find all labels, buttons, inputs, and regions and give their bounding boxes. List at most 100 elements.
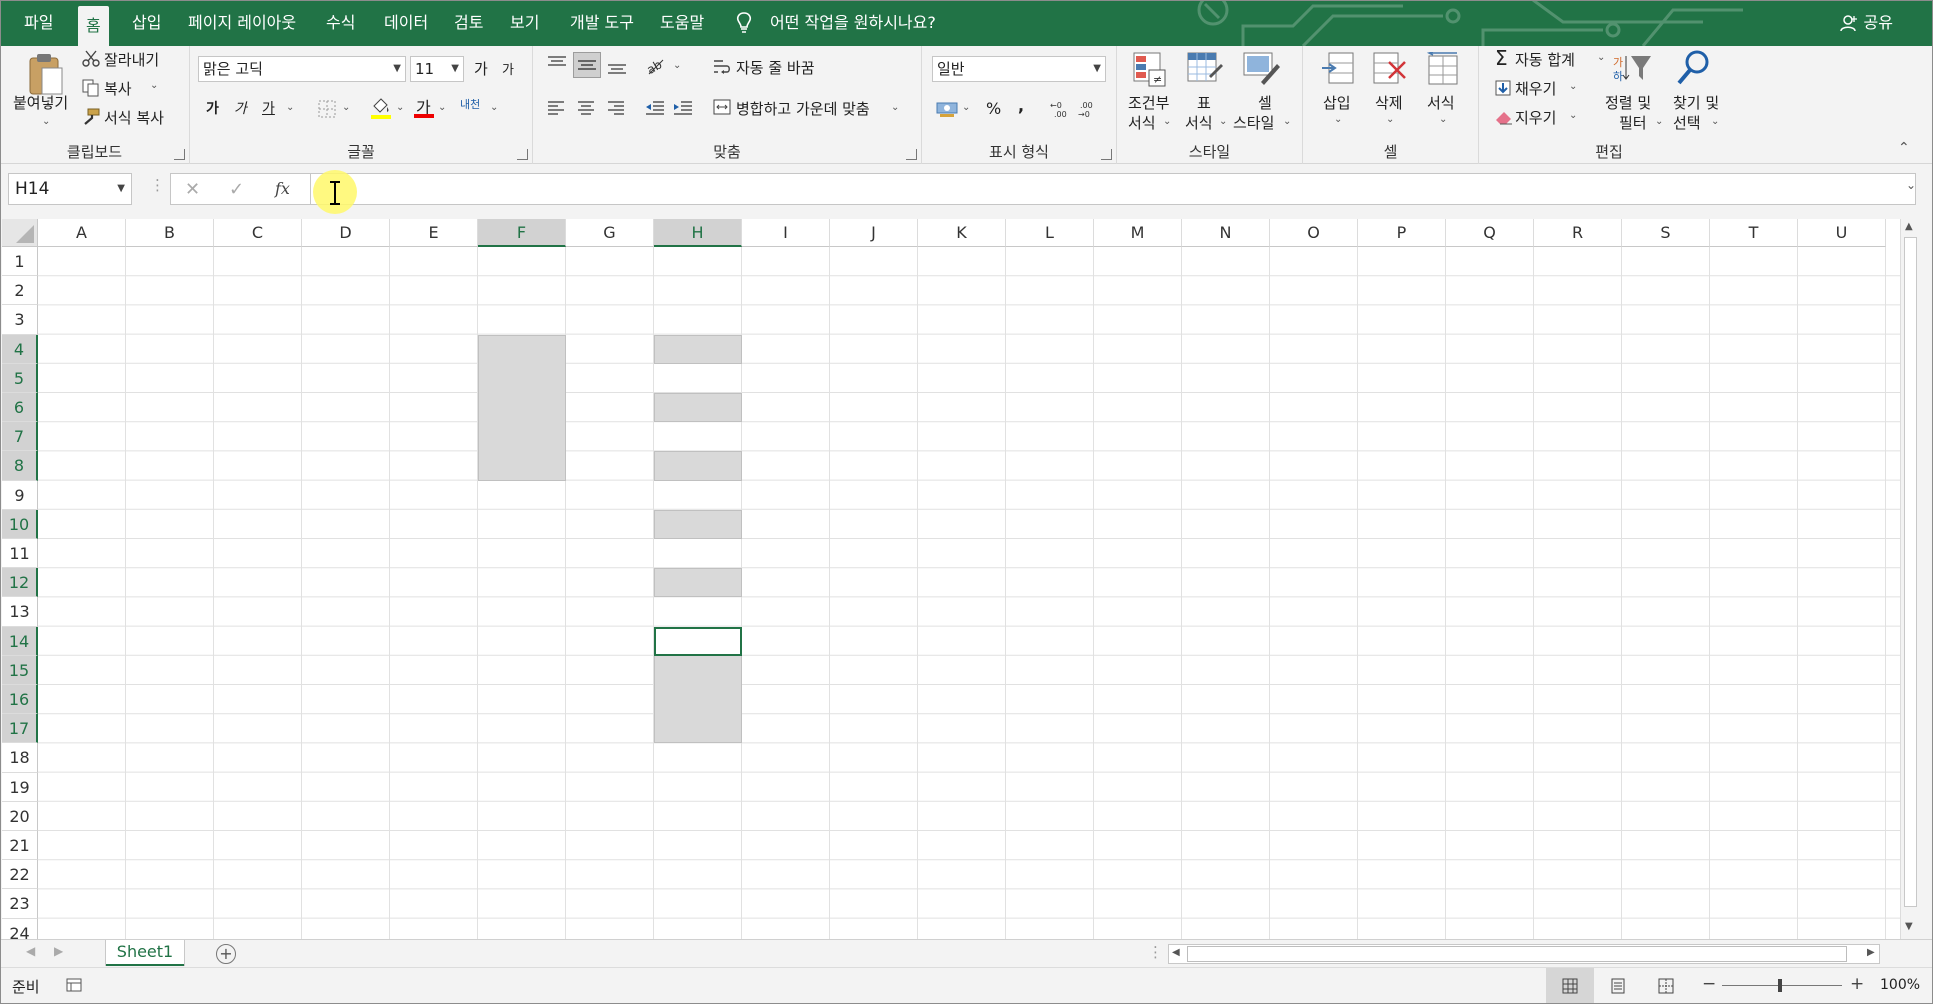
column-header-j[interactable]: J — [830, 219, 918, 247]
vertical-scroll-thumb[interactable] — [1904, 237, 1917, 907]
format-cells-icon[interactable] — [1427, 52, 1461, 88]
sort-filter-icon[interactable]: 가하 — [1613, 52, 1653, 86]
row-header-24[interactable]: 24 — [2, 918, 38, 939]
format-cells-button[interactable]: 서식 — [1427, 92, 1455, 113]
format-painter-button[interactable]: 서식 복사 — [104, 107, 164, 128]
page-layout-view-icon[interactable] — [1610, 978, 1626, 994]
table-format-label-2[interactable]: 서식 — [1185, 112, 1213, 133]
autosum-button[interactable]: 자동 합계 — [1515, 49, 1575, 70]
font-size-select[interactable]: 11 ▼ — [410, 56, 464, 82]
delete-cells-button[interactable]: 삭제 — [1375, 92, 1403, 113]
tab-split-grip-icon[interactable]: ⋮ — [1148, 943, 1163, 961]
tab-view[interactable]: 보기 — [502, 0, 547, 46]
clear-button[interactable]: 지우기 — [1515, 107, 1556, 128]
column-header-s[interactable]: S — [1622, 219, 1710, 247]
tab-insert[interactable]: 삽입 — [124, 0, 169, 46]
column-header-u[interactable]: U — [1798, 219, 1886, 247]
row-header-20[interactable]: 20 — [2, 801, 38, 831]
merge-center-button[interactable]: 병합하고 가운데 맞춤 — [736, 98, 870, 119]
underline-button[interactable]: 가 — [262, 98, 275, 118]
sort-dropdown-arrow[interactable]: ⌄ — [1655, 116, 1663, 127]
table-dropdown-arrow[interactable]: ⌄ — [1219, 116, 1227, 127]
alignment-dialog-launcher[interactable] — [906, 149, 917, 160]
delete-cells-icon[interactable] — [1373, 52, 1407, 88]
find-dropdown-arrow[interactable]: ⌄ — [1711, 116, 1719, 127]
row-header-16[interactable]: 16 — [2, 685, 38, 715]
row-header-14[interactable]: 14 — [2, 626, 38, 656]
scroll-up-icon[interactable]: ▲ — [1905, 221, 1913, 232]
insert-cells-icon[interactable] — [1321, 52, 1355, 88]
column-header-q[interactable]: Q — [1446, 219, 1534, 247]
font-name-select[interactable]: 맑은 고딕 ▼ — [198, 56, 406, 82]
percent-button[interactable]: % — [986, 99, 1001, 118]
column-header-a[interactable]: A — [38, 219, 126, 247]
borders-dropdown-arrow[interactable]: ⌄ — [342, 102, 350, 113]
align-left-icon[interactable] — [547, 101, 565, 115]
align-center-icon[interactable] — [577, 101, 595, 115]
selection-range[interactable] — [478, 334, 566, 481]
delete-dropdown-arrow[interactable]: ⌄ — [1386, 114, 1394, 125]
row-header-21[interactable]: 21 — [2, 831, 38, 861]
conditional-format-label-1[interactable]: 조건부 — [1128, 92, 1169, 113]
cell-area[interactable] — [38, 247, 1900, 939]
row-header-3[interactable]: 3 — [2, 305, 38, 335]
selection-range[interactable] — [654, 393, 742, 423]
sort-filter-label-1[interactable]: 정렬 및 — [1605, 92, 1651, 113]
collapse-ribbon-icon[interactable]: ⌃ — [1898, 140, 1910, 156]
grip-icon[interactable]: ⋮ — [150, 176, 165, 194]
row-header-4[interactable]: 4 — [2, 334, 38, 364]
column-header-n[interactable]: N — [1182, 219, 1270, 247]
column-header-i[interactable]: I — [742, 219, 830, 247]
align-top-icon[interactable] — [547, 56, 567, 72]
phonetic-dropdown-arrow[interactable]: ⌄ — [490, 102, 498, 113]
column-header-l[interactable]: L — [1006, 219, 1094, 247]
tab-help[interactable]: 도움말 — [652, 0, 712, 46]
bold-button[interactable]: 가 — [206, 98, 219, 118]
italic-button[interactable]: 가 — [234, 98, 247, 118]
number-dialog-launcher[interactable] — [1101, 149, 1112, 160]
row-header-10[interactable]: 10 — [2, 509, 38, 539]
plus-circle-icon[interactable]: + — [216, 944, 236, 964]
scroll-left-icon[interactable]: ◀ — [1172, 947, 1180, 958]
row-header-1[interactable]: 1 — [2, 247, 38, 277]
merge-dropdown-arrow[interactable]: ⌄ — [891, 102, 899, 113]
currency-dropdown-arrow[interactable]: ⌄ — [962, 102, 970, 113]
cell-styles-dropdown-arrow[interactable]: ⌄ — [1283, 116, 1291, 127]
tab-review[interactable]: 검토 — [446, 0, 491, 46]
selection-range[interactable] — [654, 509, 742, 539]
table-format-label-1[interactable]: 표 — [1197, 92, 1211, 113]
zoom-in-icon[interactable]: + — [1850, 974, 1864, 994]
fill-color-dropdown-arrow[interactable]: ⌄ — [396, 102, 404, 113]
zoom-level[interactable]: 100% — [1880, 977, 1920, 993]
row-header-5[interactable]: 5 — [2, 363, 38, 393]
decrease-indent-icon[interactable] — [645, 101, 665, 117]
zoom-out-icon[interactable]: − — [1702, 974, 1716, 994]
column-header-c[interactable]: C — [214, 219, 302, 247]
align-bottom-icon[interactable] — [607, 58, 627, 76]
scroll-right-icon[interactable]: ▶ — [1867, 947, 1875, 958]
column-header-g[interactable]: G — [566, 219, 654, 247]
font-dialog-launcher[interactable] — [517, 149, 528, 160]
underline-dropdown-arrow[interactable]: ⌄ — [286, 102, 294, 113]
row-header-18[interactable]: 18 — [2, 743, 38, 773]
column-header-k[interactable]: K — [918, 219, 1006, 247]
row-header-7[interactable]: 7 — [2, 422, 38, 452]
row-header-9[interactable]: 9 — [2, 480, 38, 510]
row-header-19[interactable]: 19 — [2, 772, 38, 802]
cell-styles-label-1[interactable]: 셀 — [1258, 92, 1272, 113]
column-header-f[interactable]: F — [478, 219, 566, 247]
copy-button[interactable]: 복사 — [104, 78, 132, 99]
tab-developer[interactable]: 개발 도구 — [562, 0, 642, 46]
paste-dropdown-arrow[interactable]: ⌄ — [42, 116, 50, 127]
insert-function-icon[interactable]: fx — [275, 179, 290, 198]
select-all-button[interactable] — [2, 219, 38, 247]
paste-button[interactable]: 붙여넣기 — [13, 92, 68, 113]
sort-filter-label-2[interactable]: 필터 — [1619, 112, 1647, 133]
orientation-icon[interactable]: ab — [645, 54, 667, 76]
autosum-dropdown-arrow[interactable]: ⌄ — [1597, 52, 1605, 63]
shrink-font-button[interactable]: 가 — [502, 59, 514, 78]
phonetic-button[interactable]: 내천 — [460, 96, 480, 112]
zoom-slider-thumb[interactable] — [1778, 979, 1782, 992]
tab-home[interactable]: 홈 — [78, 6, 109, 46]
conditional-dropdown-arrow[interactable]: ⌄ — [1163, 116, 1171, 127]
